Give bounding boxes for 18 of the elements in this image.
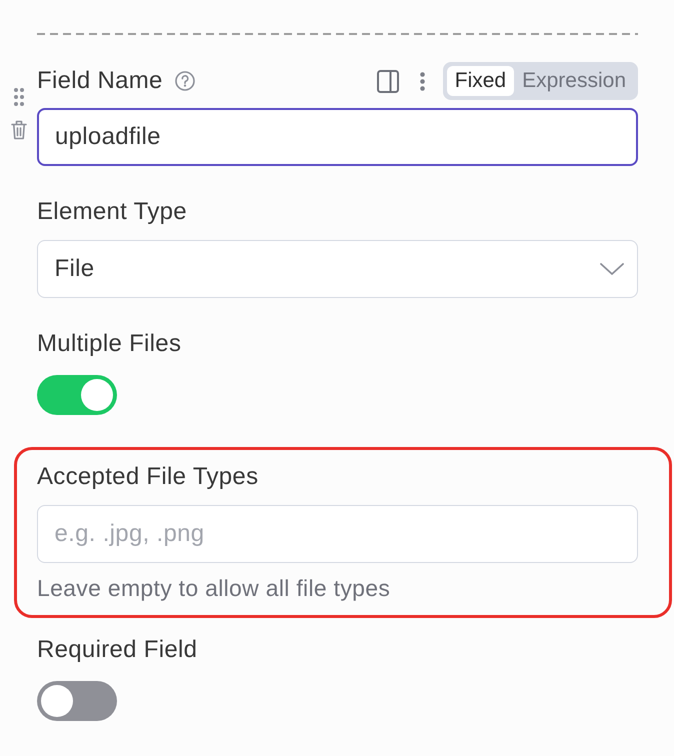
field-label: Field Name	[37, 67, 163, 95]
field-label: Accepted File Types	[37, 463, 258, 491]
toggle-switch[interactable]	[37, 375, 117, 415]
help-icon[interactable]	[174, 71, 195, 91]
field-label: Multiple Files	[37, 330, 182, 358]
field-label: Element Type	[37, 198, 187, 226]
chevron-down-icon	[600, 263, 624, 275]
toggle-switch[interactable]	[37, 681, 117, 721]
select-field[interactable]: File	[37, 240, 638, 298]
more-options-icon[interactable]	[420, 72, 425, 90]
side-panel-icon[interactable]	[376, 70, 399, 92]
trash-icon[interactable]	[10, 120, 26, 140]
text-field[interactable]: e.g. .jpg, .png	[37, 505, 638, 563]
hint-text: Leave empty to allow all file types	[37, 574, 390, 602]
mode-tab[interactable]: Fixed	[446, 66, 514, 96]
field-label: Required Field	[37, 636, 198, 664]
drag-handle-icon[interactable]	[14, 88, 24, 106]
text-field[interactable]: uploadfile	[37, 108, 638, 166]
